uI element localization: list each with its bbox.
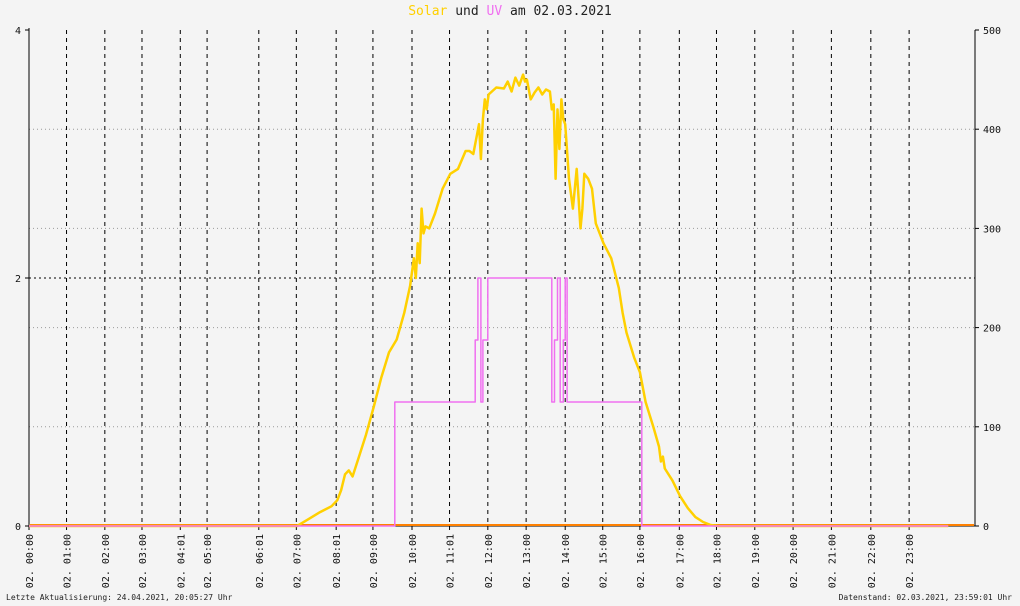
x-tick-label: 02. 20:00 bbox=[789, 534, 800, 588]
x-tick-label: 02. 08:01 bbox=[332, 534, 343, 588]
x-tick-label: 02. 22:00 bbox=[867, 534, 878, 588]
x-tick-label: 02. 17:00 bbox=[675, 534, 686, 588]
x-tick-label: 02. 04:01 bbox=[176, 534, 187, 588]
x-tick-label: 02. 15:00 bbox=[599, 534, 610, 588]
x-tick-label: 02. 06:01 bbox=[255, 534, 266, 588]
y-right-tick-label: 500 bbox=[983, 26, 1001, 37]
x-tick-label: 02. 14:00 bbox=[561, 534, 572, 588]
footer-last-update: Letzte Aktualisierung: 24.04.2021, 20:05… bbox=[6, 593, 233, 602]
y-right-tick-label: 400 bbox=[983, 125, 1001, 136]
x-tick-label: 02. 07:00 bbox=[292, 534, 303, 588]
y-left-tick-label: 4 bbox=[15, 26, 21, 37]
y-right-tick-label: 100 bbox=[983, 423, 1001, 434]
y-left-tick-label: 2 bbox=[15, 274, 21, 285]
y-right-tick-label: 300 bbox=[983, 224, 1001, 235]
x-tick-label: 02. 10:00 bbox=[408, 534, 419, 588]
x-tick-label: 02. 18:00 bbox=[712, 534, 723, 588]
y-axis-left: 0 2 4 bbox=[15, 26, 29, 533]
x-axis: 02. 00:00 02. 01:00 02. 02:00 02. 03:00 02. … bbox=[25, 526, 916, 588]
y-right-tick-label: 200 bbox=[983, 324, 1001, 335]
y-axis-right: 0 100 200 300 400 500 bbox=[975, 26, 1001, 533]
x-tick-label: 02. 03:00 bbox=[138, 534, 149, 588]
x-tick-label: 02. 23:00 bbox=[905, 534, 916, 588]
x-tick-label: 02. 16:00 bbox=[636, 534, 647, 588]
x-tick-label: 02. 21:00 bbox=[827, 534, 838, 588]
y-left-tick-label: 0 bbox=[15, 522, 21, 533]
x-tick-label: 02. 05:00 bbox=[203, 534, 214, 588]
x-tick-label: 02. 12:00 bbox=[484, 534, 495, 588]
footer-data-status: Datenstand: 02.03.2021, 23:59:01 Uhr bbox=[838, 593, 1012, 602]
x-tick-label: 02. 13:00 bbox=[522, 534, 533, 588]
x-tick-label: 02. 00:00 bbox=[25, 534, 36, 588]
x-tick-label: 02. 01:00 bbox=[63, 534, 74, 588]
x-tick-label: 02. 11:01 bbox=[446, 534, 457, 588]
y-right-tick-label: 0 bbox=[983, 522, 989, 533]
x-tick-label: 02. 09:00 bbox=[369, 534, 380, 588]
solar-uv-chart: 024 0100200300400500 02. 00:00 02. 01:00 0… bbox=[15, 26, 1001, 588]
x-tick-label: 02. 02:00 bbox=[101, 534, 112, 588]
x-tick-label: 02. 19:00 bbox=[751, 534, 762, 588]
